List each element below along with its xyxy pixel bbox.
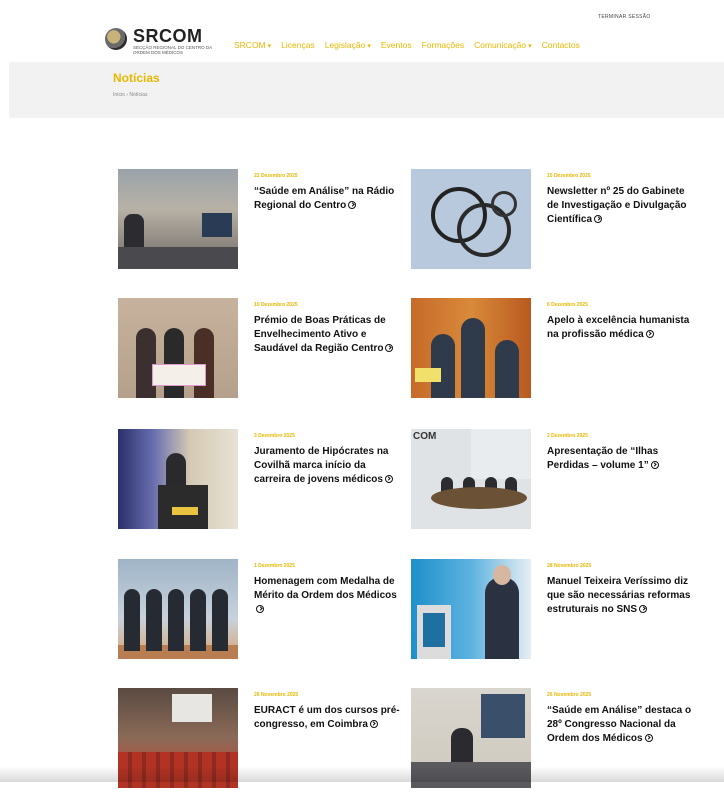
news-card: COM 2 Dezembro 2025 Apresentação de “Ilh… bbox=[411, 429, 701, 539]
arrow-circle-icon bbox=[650, 461, 659, 469]
news-title-link[interactable]: Apresentação de “Ilhas Perdidas – volume… bbox=[547, 445, 697, 473]
news-title-link[interactable]: Apelo à excelência humanista na profissã… bbox=[547, 314, 697, 342]
arrow-circle-icon bbox=[594, 215, 603, 223]
news-grid: 22 Dezembro 2025 “Saúde em Análise” na R… bbox=[0, 0, 724, 788]
news-thumbnail[interactable] bbox=[118, 429, 238, 529]
news-thumbnail[interactable]: COM bbox=[411, 429, 531, 529]
news-date: 22 Dezembro 2025 bbox=[254, 173, 298, 179]
news-title-link[interactable]: Prémio de Boas Práticas de Envelheciment… bbox=[254, 314, 404, 356]
news-title-link[interactable]: Newsletter nº 25 do Gabinete de Investig… bbox=[547, 185, 697, 227]
news-card: 3 Dezembro 2025 Juramento de Hipócrates … bbox=[118, 429, 408, 539]
arrow-circle-icon bbox=[369, 720, 378, 728]
news-title-link[interactable]: Juramento de Hipócrates na Covilhã marca… bbox=[254, 445, 404, 487]
arrow-circle-icon bbox=[639, 605, 648, 613]
news-card: 15 Dezembro 2025 Newsletter nº 25 do Gab… bbox=[411, 169, 701, 279]
news-card: 6 Dezembro 2025 Apelo à excelência human… bbox=[411, 298, 701, 408]
news-date: 6 Dezembro 2025 bbox=[547, 302, 588, 308]
arrow-circle-icon bbox=[348, 201, 357, 209]
news-date: 26 Novembro 2025 bbox=[547, 692, 592, 698]
arrow-circle-icon bbox=[644, 734, 653, 742]
news-title-link[interactable]: “Saúde em Análise” na Rádio Regional do … bbox=[254, 185, 404, 213]
news-thumbnail[interactable] bbox=[118, 169, 238, 269]
news-thumbnail[interactable] bbox=[411, 169, 531, 269]
news-date: 15 Dezembro 2025 bbox=[547, 173, 591, 179]
news-thumbnail[interactable] bbox=[118, 559, 238, 659]
news-date: 2 Dezembro 2025 bbox=[547, 433, 588, 439]
news-card: 28 Novembro 2025 Manuel Teixeira Veríssi… bbox=[411, 559, 701, 669]
news-card: 1 Dezembro 2025 Homenagem com Medalha de… bbox=[118, 559, 408, 669]
news-thumbnail[interactable] bbox=[411, 298, 531, 398]
bottom-shadow bbox=[0, 766, 724, 782]
arrow-circle-icon bbox=[256, 605, 264, 613]
news-date: 28 Novembro 2025 bbox=[547, 563, 592, 569]
news-title-link[interactable]: “Saúde em Análise” destaca o 28º Congres… bbox=[547, 704, 697, 746]
news-thumbnail[interactable] bbox=[118, 298, 238, 398]
news-card: 10 Dezembro 2025 Prémio de Boas Práticas… bbox=[118, 298, 408, 408]
news-title-link[interactable]: EURACT é um dos cursos pré-congresso, em… bbox=[254, 704, 404, 732]
news-title-link[interactable]: Homenagem com Medalha de Mérito da Ordem… bbox=[254, 575, 404, 617]
news-date: 10 Dezembro 2025 bbox=[254, 302, 298, 308]
news-thumbnail[interactable] bbox=[411, 559, 531, 659]
arrow-circle-icon bbox=[384, 475, 393, 483]
news-card: 22 Dezembro 2025 “Saúde em Análise” na R… bbox=[118, 169, 408, 279]
arrow-circle-icon bbox=[385, 344, 394, 352]
news-date: 26 Novembro 2025 bbox=[254, 692, 299, 698]
news-date: 1 Dezembro 2025 bbox=[254, 563, 295, 569]
news-title-link[interactable]: Manuel Teixeira Veríssimo diz que são ne… bbox=[547, 575, 697, 617]
arrow-circle-icon bbox=[645, 330, 654, 338]
news-date: 3 Dezembro 2025 bbox=[254, 433, 295, 439]
